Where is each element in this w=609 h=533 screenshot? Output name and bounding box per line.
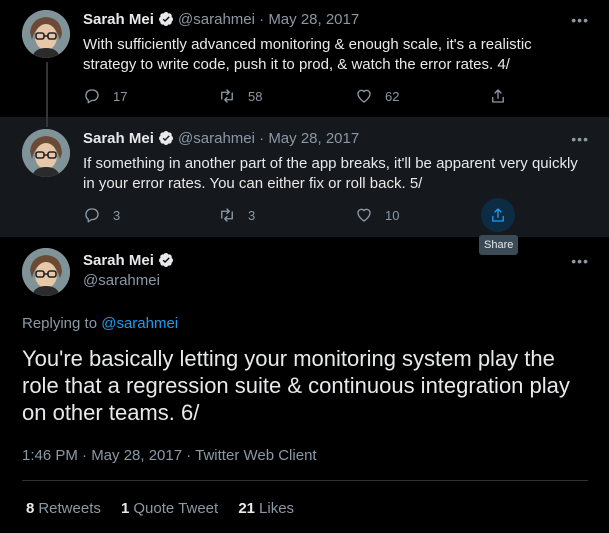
author-handle[interactable]: @sarahmei <box>83 272 160 289</box>
like-icon <box>357 208 371 222</box>
tweet-header: Sarah Mei <box>83 251 174 271</box>
divider <box>22 480 588 481</box>
tweet-actions: 17 58 62 <box>83 86 523 106</box>
avatar-photo <box>22 10 70 58</box>
avatar[interactable] <box>22 248 70 296</box>
tweet-text: If something in another part of the app … <box>83 155 578 192</box>
engagement-stats: 8 Retweets 1 Quote Tweet 21 Likes <box>26 500 310 517</box>
replying-prefix: Replying to <box>22 315 102 332</box>
separator-dot: · <box>259 130 265 147</box>
like-count: 62 <box>385 88 400 104</box>
verified-badge-icon <box>158 12 173 26</box>
tweet-date[interactable]: May 28, 2017 <box>268 11 359 28</box>
tweet-5[interactable]: Sarah Mei @sarahmei · May 28, 2017 ••• I… <box>0 117 609 237</box>
quote-tweets-count: 1 <box>121 500 130 517</box>
main-handle-line: @sarahmei <box>83 271 160 291</box>
replying-to: Replying to @sarahmei <box>22 315 178 332</box>
like-count: 10 <box>385 207 400 223</box>
tweet-header: Sarah Mei @sarahmei · May 28, 2017 <box>83 129 359 149</box>
reply-button[interactable]: 3 <box>83 205 120 225</box>
likes-stat[interactable]: 21 Likes <box>238 500 294 517</box>
avatar-photo <box>22 129 70 177</box>
retweet-count: 3 <box>248 207 256 223</box>
tweet-text: With sufficiently advanced monitoring & … <box>83 36 532 73</box>
reply-button[interactable]: 17 <box>83 86 127 106</box>
author-handle[interactable]: @sarahmei <box>178 130 255 147</box>
share-button-hovered[interactable] <box>481 198 515 232</box>
retweet-button[interactable]: 58 <box>218 86 262 106</box>
thread-line <box>46 117 48 127</box>
likes-label: Likes <box>259 500 295 517</box>
like-button[interactable]: 10 <box>355 205 399 225</box>
tweet-4[interactable]: Sarah Mei @sarahmei · May 28, 2017 ••• W… <box>0 0 609 117</box>
like-button[interactable]: 62 <box>355 86 399 106</box>
main-tweet-text: You're basically letting your monitoring… <box>22 346 570 425</box>
reply-count: 3 <box>113 207 121 223</box>
retweet-count: 58 <box>248 88 263 104</box>
more-icon[interactable]: ••• <box>571 131 589 147</box>
tweet-header: Sarah Mei @sarahmei · May 28, 2017 <box>83 10 359 30</box>
avatar-photo <box>22 248 70 296</box>
retweets-stat[interactable]: 8 Retweets <box>26 500 101 517</box>
more-icon[interactable]: ••• <box>571 12 589 28</box>
author-name[interactable]: Sarah Mei <box>83 130 154 147</box>
reply-icon <box>85 89 99 104</box>
separator-dot: · <box>259 11 265 28</box>
thread-line <box>46 62 48 117</box>
author-name[interactable]: Sarah Mei <box>83 11 154 28</box>
tweet-actions: 3 3 10 <box>83 205 523 225</box>
share-icon <box>492 208 504 222</box>
tweet-date[interactable]: May 28, 2017 <box>268 130 359 147</box>
share-icon <box>492 89 504 103</box>
quote-tweets-stat[interactable]: 1 Quote Tweet <box>121 500 218 517</box>
author-handle[interactable]: @sarahmei <box>178 11 255 28</box>
retweet-icon <box>221 208 233 222</box>
verified-badge-icon <box>158 253 173 267</box>
quote-tweets-label: Quote Tweet <box>133 500 219 517</box>
share-button[interactable] <box>489 86 507 106</box>
likes-count: 21 <box>238 500 256 517</box>
like-icon <box>357 89 371 103</box>
retweets-label: Retweets <box>38 500 101 517</box>
retweet-button[interactable]: 3 <box>218 205 255 225</box>
more-icon[interactable]: ••• <box>571 253 589 269</box>
author-name[interactable]: Sarah Mei <box>83 252 154 269</box>
main-tweet: Sarah Mei @sarahmei ••• Replying to @sar… <box>0 237 609 533</box>
avatar[interactable] <box>22 10 70 58</box>
replying-to-link[interactable]: @sarahmei <box>101 315 178 332</box>
verified-badge-icon <box>158 131 173 145</box>
retweets-count: 8 <box>26 500 35 517</box>
reply-count: 17 <box>113 88 128 104</box>
reply-icon <box>85 208 99 223</box>
avatar[interactable] <box>22 129 70 177</box>
tweet-meta[interactable]: 1:46 PM · May 28, 2017 · Twitter Web Cli… <box>22 447 317 464</box>
retweet-icon <box>221 89 233 103</box>
